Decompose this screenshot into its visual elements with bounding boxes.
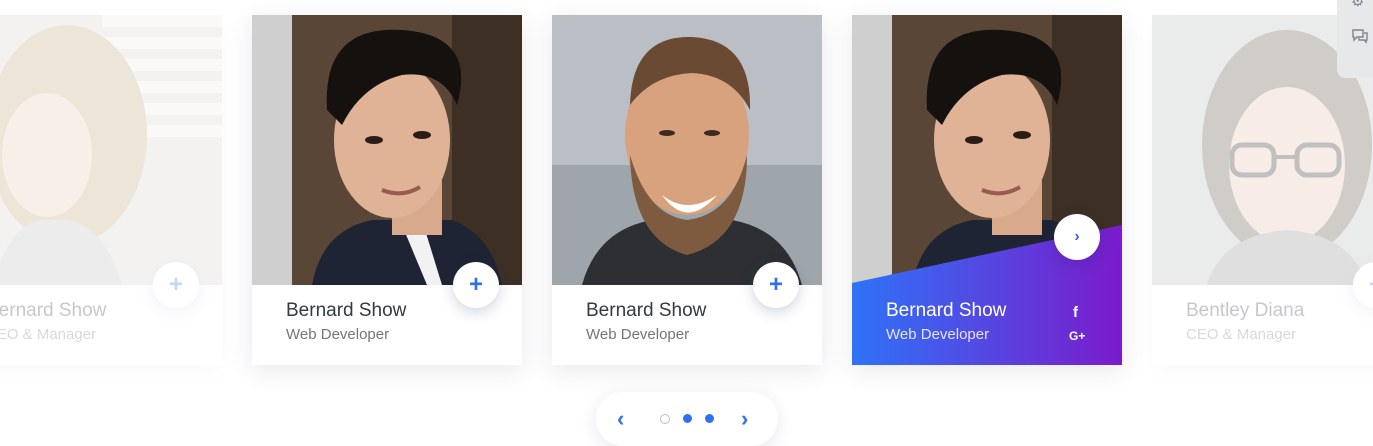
member-name: Bernard Show <box>0 300 107 321</box>
settings-icon[interactable]: ⚙ <box>1351 0 1364 10</box>
member-name: Bernard Show <box>586 300 707 321</box>
side-floating-widget: ⚙ <box>1337 0 1373 78</box>
team-card-bernard-2[interactable]: Bernard Show Web Developer + <box>552 15 822 365</box>
pagination-dot-1[interactable] <box>660 414 670 424</box>
member-name: Bernard Show <box>286 300 407 321</box>
carousel-pagination: ‹ › <box>596 392 778 446</box>
next-arrow-icon[interactable]: › <box>741 406 748 432</box>
member-role: CEO & Manager <box>1186 326 1297 343</box>
member-role: Web Developer <box>286 326 390 343</box>
expand-plus-button[interactable]: + <box>753 262 799 308</box>
facebook-icon[interactable]: f <box>1073 304 1078 321</box>
young-man-portrait-photo <box>252 15 522 285</box>
member-role: CEO & Manager <box>0 326 97 343</box>
member-role: Web Developer <box>886 326 990 343</box>
team-card-bernard-active[interactable]: Bernard Show Web Developer › f G+ <box>852 15 1122 365</box>
member-name: Bentley Diana <box>1186 300 1305 321</box>
expand-plus-button[interactable]: + <box>453 262 499 308</box>
chat-icon[interactable] <box>1351 28 1369 48</box>
member-name: Bernard Show <box>886 300 1007 321</box>
pagination-dot-2[interactable] <box>683 414 692 423</box>
pagination-dot-3[interactable] <box>705 414 714 423</box>
team-card-bernard-1[interactable]: Bernard Show Web Developer + <box>252 15 522 365</box>
team-card-faded-left[interactable]: Bernard Show CEO & Manager + <box>0 15 222 365</box>
google-plus-icon[interactable]: G+ <box>1069 329 1085 343</box>
member-role: Web Developer <box>586 326 690 343</box>
team-carousel: Bernard Show CEO & Manager + Bernard Sho… <box>0 0 1373 446</box>
woman-portrait-photo <box>0 15 222 285</box>
prev-arrow-icon[interactable]: ‹ <box>617 406 624 432</box>
bearded-man-portrait-photo <box>552 15 822 285</box>
expand-plus-button[interactable]: + <box>153 262 199 308</box>
view-profile-arrow-button[interactable]: › <box>1054 214 1100 260</box>
